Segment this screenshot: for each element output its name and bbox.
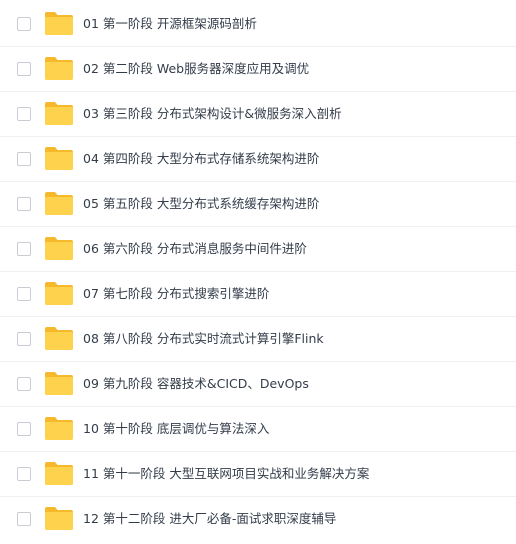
list-item[interactable]: 09 第九阶段 容器技术&CICD、DevOps: [0, 363, 516, 407]
folder-name[interactable]: 08 第八阶段 分布式实时流式计算引擎Flink: [83, 330, 324, 348]
list-item[interactable]: 07 第七阶段 分布式搜索引擎进阶: [0, 273, 516, 317]
select-checkbox[interactable]: [17, 152, 31, 166]
folder-icon: [45, 507, 73, 530]
folder-icon: [45, 57, 73, 80]
list-item[interactable]: 04 第四阶段 大型分布式存储系统架构进阶: [0, 138, 516, 182]
folder-name[interactable]: 02 第二阶段 Web服务器深度应用及调优: [83, 60, 309, 78]
folder-name[interactable]: 06 第六阶段 分布式消息服务中间件进阶: [83, 240, 307, 258]
select-checkbox[interactable]: [17, 62, 31, 76]
select-checkbox[interactable]: [17, 287, 31, 301]
folder-name[interactable]: 07 第七阶段 分布式搜索引擎进阶: [83, 285, 269, 303]
select-checkbox[interactable]: [17, 197, 31, 211]
list-item[interactable]: 01 第一阶段 开源框架源码剖析: [0, 3, 516, 47]
select-checkbox[interactable]: [17, 17, 31, 31]
select-checkbox[interactable]: [17, 512, 31, 526]
list-item[interactable]: 11 第十一阶段 大型互联网项目实战和业务解决方案: [0, 453, 516, 497]
select-checkbox[interactable]: [17, 377, 31, 391]
folder-icon: [45, 12, 73, 35]
folder-name[interactable]: 11 第十一阶段 大型互联网项目实战和业务解决方案: [83, 465, 369, 483]
select-checkbox[interactable]: [17, 332, 31, 346]
folder-icon: [45, 282, 73, 305]
select-checkbox[interactable]: [17, 242, 31, 256]
folder-icon: [45, 192, 73, 215]
folder-icon: [45, 417, 73, 440]
folder-icon: [45, 237, 73, 260]
list-item[interactable]: 12 第十二阶段 进大厂必备-面试求职深度辅导: [0, 498, 516, 542]
file-list: 01 第一阶段 开源框架源码剖析 02 第二阶段 Web服务器深度应用及调优 0…: [0, 0, 516, 544]
folder-name[interactable]: 10 第十阶段 底层调优与算法深入: [83, 420, 269, 438]
folder-name[interactable]: 04 第四阶段 大型分布式存储系统架构进阶: [83, 150, 319, 168]
select-checkbox[interactable]: [17, 467, 31, 481]
folder-icon: [45, 327, 73, 350]
folder-name[interactable]: 03 第三阶段 分布式架构设计&微服务深入剖析: [83, 105, 342, 123]
list-item[interactable]: 02 第二阶段 Web服务器深度应用及调优: [0, 48, 516, 92]
list-item[interactable]: 08 第八阶段 分布式实时流式计算引擎Flink: [0, 318, 516, 362]
folder-name[interactable]: 05 第五阶段 大型分布式系统缓存架构进阶: [83, 195, 319, 213]
list-item[interactable]: 05 第五阶段 大型分布式系统缓存架构进阶: [0, 183, 516, 227]
select-checkbox[interactable]: [17, 422, 31, 436]
folder-name[interactable]: 09 第九阶段 容器技术&CICD、DevOps: [83, 375, 309, 393]
select-checkbox[interactable]: [17, 107, 31, 121]
list-item[interactable]: 10 第十阶段 底层调优与算法深入: [0, 408, 516, 452]
folder-icon: [45, 462, 73, 485]
list-item[interactable]: 06 第六阶段 分布式消息服务中间件进阶: [0, 228, 516, 272]
list-item[interactable]: 03 第三阶段 分布式架构设计&微服务深入剖析: [0, 93, 516, 137]
folder-icon: [45, 372, 73, 395]
folder-name[interactable]: 12 第十二阶段 进大厂必备-面试求职深度辅导: [83, 510, 336, 528]
folder-name[interactable]: 01 第一阶段 开源框架源码剖析: [83, 15, 257, 33]
folder-icon: [45, 147, 73, 170]
folder-icon: [45, 102, 73, 125]
